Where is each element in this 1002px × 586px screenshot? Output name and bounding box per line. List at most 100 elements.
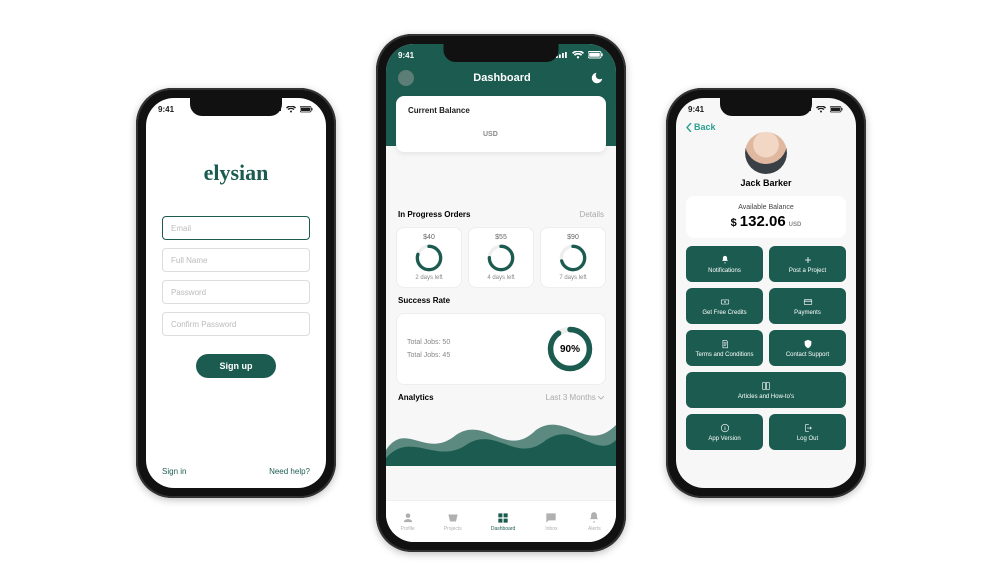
tab-inbox[interactable]: Inbox — [544, 511, 558, 532]
plus-icon — [803, 255, 813, 265]
nav-bar: Back — [676, 120, 856, 132]
email-field[interactable]: Email — [162, 216, 310, 240]
balance-currency: USD — [789, 222, 802, 228]
tile-articles[interactable]: Articles and How-to's — [686, 372, 846, 408]
order-days: 7 days left — [559, 275, 586, 281]
signup-footer: Sign in Need help? — [146, 455, 326, 488]
bell-icon — [587, 511, 601, 525]
dashboard-body: In Progress Orders Details $40 2 days le… — [386, 146, 616, 500]
shield-icon — [803, 339, 813, 349]
success-card: Total Jobs: 50 Total Jobs: 45 90% — [396, 313, 606, 385]
balance-card: Available Balance $ 132.06 USD — [686, 196, 846, 238]
dashboard-screen: 9:41 Dashboard Current Balance $ 132.06 … — [386, 44, 616, 542]
avatar[interactable] — [745, 132, 787, 174]
analytics-header: Analytics Last 3 Months — [396, 393, 606, 402]
dark-mode-icon[interactable] — [590, 71, 604, 85]
battery-icon — [300, 106, 314, 113]
password-field[interactable]: Password — [162, 280, 310, 304]
wifi-icon — [572, 51, 584, 59]
success-pct: 90% — [545, 324, 595, 374]
order-card-1[interactable]: $55 4 days left — [468, 227, 534, 288]
confirm-password-field[interactable]: Confirm Password — [162, 312, 310, 336]
help-link[interactable]: Need help? — [269, 467, 310, 476]
info-icon — [720, 423, 730, 433]
signin-link[interactable]: Sign in — [162, 467, 186, 476]
battery-icon — [830, 106, 844, 113]
orders-header: In Progress Orders Details — [396, 210, 606, 219]
avatar[interactable] — [398, 70, 414, 86]
chevron-down-icon — [598, 396, 604, 400]
tile-logout[interactable]: Log Out — [769, 414, 846, 450]
cash-icon — [720, 297, 730, 307]
profile-name: Jack Barker — [676, 178, 856, 188]
phone-profile: 9:41 Back Jack Barker Available Balance … — [666, 88, 866, 498]
brand-logo: elysian — [146, 160, 326, 186]
analytics-label: Analytics — [398, 393, 434, 402]
balance-label: Current Balance — [408, 106, 594, 115]
dashboard-icon — [496, 511, 510, 525]
device-notch — [720, 98, 812, 116]
balance-amount: 132.06 — [419, 119, 480, 142]
tile-support[interactable]: Contact Support — [769, 330, 846, 366]
fullname-field[interactable]: Full Name — [162, 248, 310, 272]
currency-symbol: $ — [408, 123, 416, 139]
balance-card: Current Balance $ 132.06 USD — [396, 96, 606, 152]
analytics-range[interactable]: Last 3 Months — [546, 393, 604, 402]
tile-payments[interactable]: Payments — [769, 288, 846, 324]
tab-projects[interactable]: Projects — [444, 511, 462, 532]
book-icon — [761, 381, 771, 391]
wifi-icon — [286, 106, 296, 113]
tab-alerts[interactable]: Alerts — [587, 511, 601, 532]
phone-signup: 9:41 elysian Email Full Name Password Co… — [136, 88, 336, 498]
wifi-icon — [816, 106, 826, 113]
tab-profile[interactable]: Profile — [401, 511, 415, 532]
progress-ring-icon — [486, 243, 516, 273]
order-price: $90 — [567, 234, 579, 241]
back-button[interactable]: Back — [686, 122, 716, 132]
balance-amount: 132.06 — [740, 213, 786, 230]
success-ring: 90% — [545, 324, 595, 374]
card-icon — [803, 297, 813, 307]
tile-post-project[interactable]: Post a Project — [769, 246, 846, 282]
phone-dashboard: 9:41 Dashboard Current Balance $ 132.06 … — [376, 34, 626, 552]
signup-button[interactable]: Sign up — [196, 354, 276, 378]
bell-icon — [720, 255, 730, 265]
status-time: 9:41 — [688, 105, 704, 114]
order-price: $40 — [423, 234, 435, 241]
orders-label: In Progress Orders — [398, 210, 470, 219]
order-days: 2 days left — [415, 275, 442, 281]
header-bar: Dashboard — [386, 66, 616, 86]
chat-icon — [544, 511, 558, 525]
order-card-0[interactable]: $40 2 days left — [396, 227, 462, 288]
success-header: Success Rate — [396, 296, 606, 305]
currency-symbol: $ — [731, 217, 737, 229]
profile-screen: 9:41 Back Jack Barker Available Balance … — [676, 98, 856, 488]
status-time: 9:41 — [158, 105, 174, 114]
profile-header: Jack Barker — [676, 132, 856, 188]
analytics-chart — [386, 410, 616, 466]
tab-dashboard[interactable]: Dashboard — [491, 511, 515, 532]
device-notch — [444, 44, 559, 62]
signup-screen: 9:41 elysian Email Full Name Password Co… — [146, 98, 326, 488]
orders-details-link[interactable]: Details — [580, 210, 604, 219]
tile-notifications[interactable]: Notifications — [686, 246, 763, 282]
order-days: 4 days left — [487, 275, 514, 281]
order-price: $55 — [495, 234, 507, 241]
profile-icon — [401, 511, 415, 525]
tile-version[interactable]: App Version — [686, 414, 763, 450]
battery-icon — [588, 51, 604, 59]
success-label: Success Rate — [398, 296, 450, 305]
page-title: Dashboard — [473, 72, 530, 84]
balance-currency: USD — [483, 131, 498, 138]
order-card-2[interactable]: $90 7 days left — [540, 227, 606, 288]
progress-ring-icon — [414, 243, 444, 273]
tile-free-credits[interactable]: Get Free Credits — [686, 288, 763, 324]
balance-label: Available Balance — [698, 204, 834, 211]
success-stats: Total Jobs: 50 Total Jobs: 45 — [407, 339, 537, 359]
status-indicators — [556, 51, 604, 59]
tile-terms[interactable]: Terms and Conditions — [686, 330, 763, 366]
tab-bar: Profile Projects Dashboard Inbox Alerts — [386, 500, 616, 542]
projects-icon — [446, 511, 460, 525]
menu-grid: Notifications Post a Project Get Free Cr… — [676, 246, 856, 450]
progress-ring-icon — [558, 243, 588, 273]
